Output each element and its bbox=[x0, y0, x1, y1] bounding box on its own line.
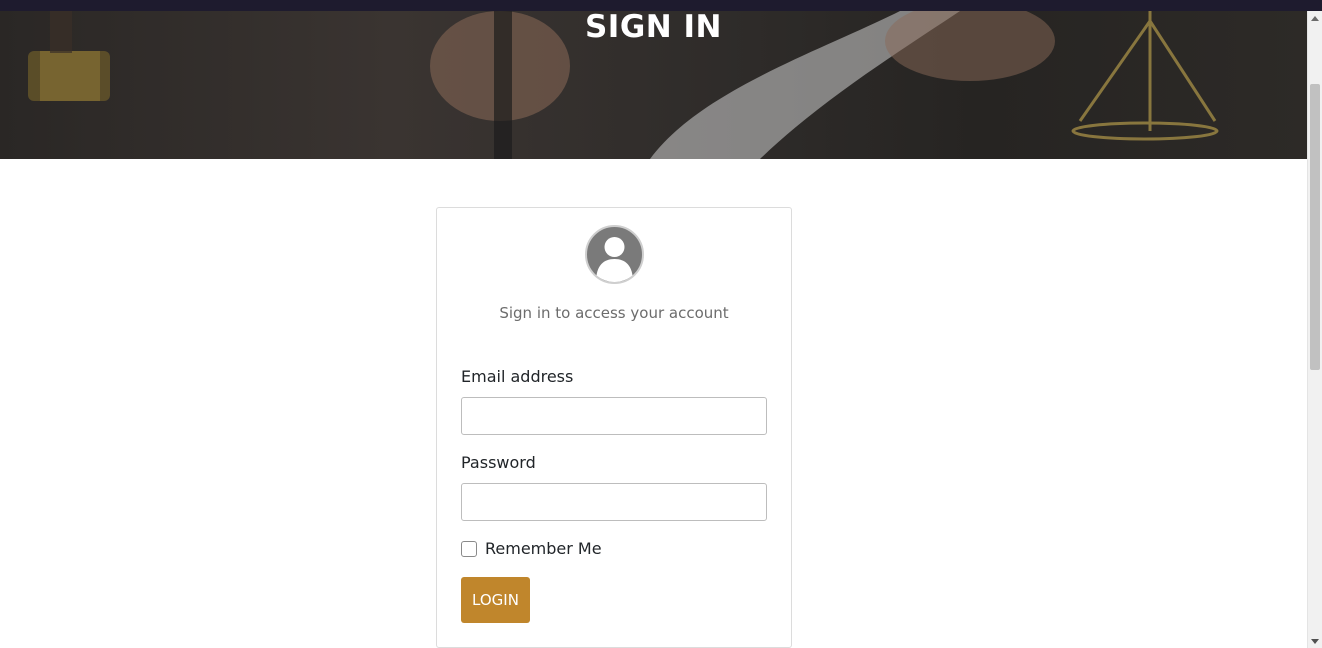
scroll-down-icon[interactable] bbox=[1311, 639, 1319, 644]
password-label: Password bbox=[461, 453, 536, 472]
top-bar bbox=[0, 0, 1322, 11]
email-label: Email address bbox=[461, 367, 574, 386]
hero-banner: SIGN IN bbox=[0, 11, 1307, 159]
remember-me-checkbox[interactable] bbox=[461, 541, 477, 557]
page-title: SIGN IN bbox=[584, 11, 723, 45]
password-field[interactable] bbox=[461, 483, 767, 521]
vertical-scrollbar[interactable] bbox=[1307, 11, 1322, 648]
scroll-up-icon[interactable] bbox=[1311, 16, 1319, 21]
login-button[interactable]: LOGIN bbox=[461, 577, 530, 623]
remember-me-label[interactable]: Remember Me bbox=[485, 539, 602, 558]
scroll-thumb[interactable] bbox=[1310, 84, 1320, 370]
gavel-band-shape bbox=[40, 51, 100, 101]
user-silhouette-icon bbox=[585, 225, 644, 284]
signin-subtitle: Sign in to access your account bbox=[499, 304, 729, 322]
email-field[interactable] bbox=[461, 397, 767, 435]
login-card: Sign in to access your account Email add… bbox=[436, 207, 792, 648]
